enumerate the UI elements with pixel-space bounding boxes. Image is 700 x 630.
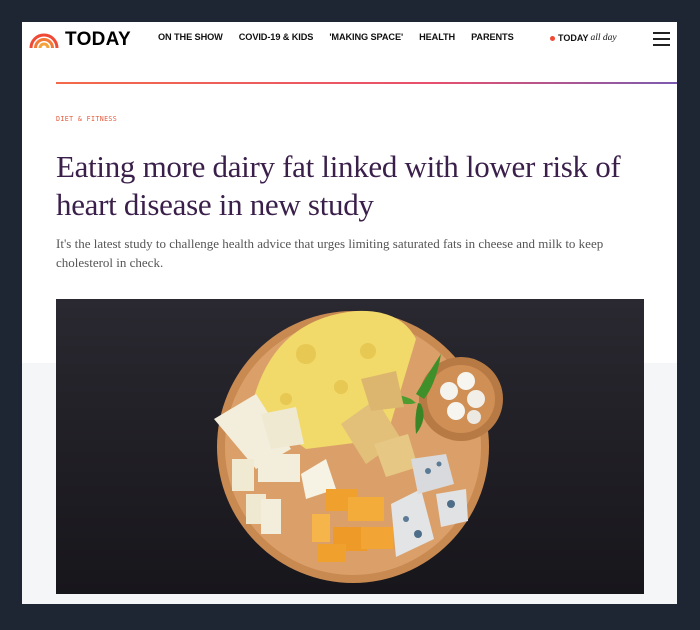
today-logo[interactable]: TODAY: [29, 29, 131, 51]
nav-item-health[interactable]: HEALTH: [419, 32, 455, 42]
site-header: TODAY ON THE SHOW COVID-19 & KIDS 'MAKIN…: [22, 22, 677, 56]
rainbow-icon: [29, 33, 59, 48]
article-dek: It's the latest study to challenge healt…: [56, 236, 604, 270]
all-day-suffix: all day: [590, 33, 617, 43]
all-day-brand: TODAY: [558, 33, 589, 43]
live-dot-icon: [550, 35, 555, 41]
article-headline: Eating more dairy fat linked with lower …: [56, 149, 621, 222]
hero-image: [56, 299, 644, 594]
hamburger-menu-icon[interactable]: [653, 32, 670, 46]
nav-item-making-space[interactable]: 'MAKING SPACE': [329, 32, 403, 42]
header-divider: [56, 82, 677, 84]
main-nav: ON THE SHOW COVID-19 & KIDS 'MAKING SPAC…: [158, 32, 530, 42]
today-all-day-link[interactable]: TODAY all day: [550, 33, 617, 43]
logo-wordmark: TODAY: [65, 29, 131, 50]
nav-item-parents[interactable]: PARENTS: [471, 32, 514, 42]
cheese-board-photo: [56, 299, 644, 594]
nav-item-on-the-show[interactable]: ON THE SHOW: [158, 32, 223, 42]
nav-item-covid-kids[interactable]: COVID-19 & KIDS: [239, 32, 314, 42]
article-category[interactable]: DIET & FITNESS: [56, 115, 117, 123]
browser-page: TODAY ON THE SHOW COVID-19 & KIDS 'MAKIN…: [22, 22, 677, 604]
